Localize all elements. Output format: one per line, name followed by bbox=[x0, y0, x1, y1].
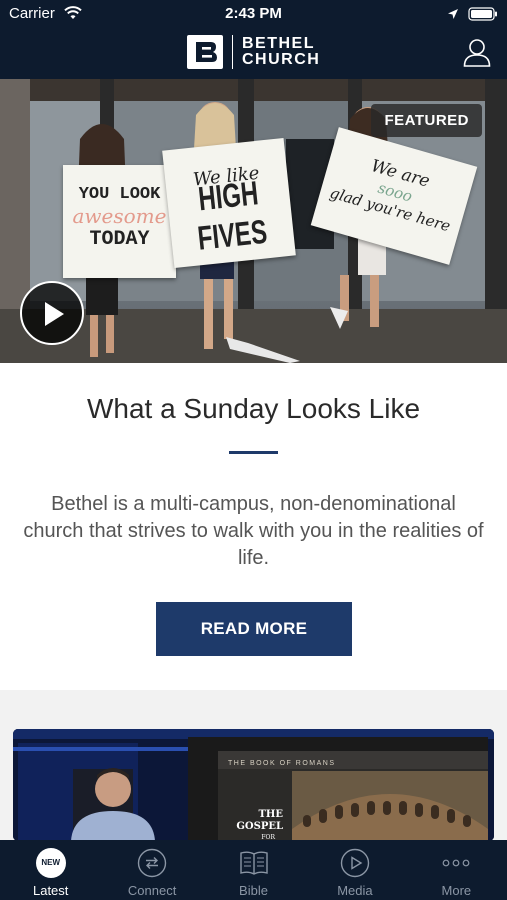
new-badge: NEW bbox=[35, 848, 66, 878]
battery-icon bbox=[468, 7, 498, 26]
title-underline bbox=[229, 451, 278, 454]
tab-bible[interactable]: Bible bbox=[203, 840, 304, 900]
play-icon bbox=[45, 302, 64, 326]
bethel-logo[interactable]: BETHEL CHURCH bbox=[187, 32, 320, 72]
slide-title-2: GOSPEL bbox=[236, 821, 283, 832]
card-description: Bethel is a multi-campus, non-denominati… bbox=[23, 493, 484, 569]
hero-sign-high-fives: We like HIGH FIVES bbox=[162, 137, 296, 269]
logo-wordmark: BETHEL CHURCH bbox=[242, 36, 320, 68]
read-more-button[interactable]: READ MORE bbox=[156, 602, 352, 656]
sign2-line2: HIGH FIVES bbox=[195, 174, 269, 259]
sign1-line2: awesome bbox=[72, 204, 167, 228]
logo-divider bbox=[232, 35, 233, 69]
tab-media[interactable]: Media bbox=[304, 840, 405, 900]
slide-series-text: THE BOOK OF ROMANS bbox=[228, 760, 336, 767]
tab-more[interactable]: More bbox=[406, 840, 507, 900]
tab-more-label: More bbox=[441, 883, 472, 898]
tab-media-label: Media bbox=[337, 883, 373, 898]
sign1-line1: YOU LOOK bbox=[78, 185, 161, 204]
tab-connect[interactable]: Connect bbox=[101, 840, 202, 900]
featured-hero[interactable]: YOU LOOK awesome TODAY We like HIGH FIVE… bbox=[0, 79, 507, 363]
bottom-tab-bar: NEW Latest Connect Bible Media More bbox=[0, 840, 507, 900]
feature-card: What a Sunday Looks Like Bethel is a mul… bbox=[0, 363, 507, 690]
new-badge-icon: NEW bbox=[35, 848, 66, 878]
tab-latest[interactable]: NEW Latest bbox=[0, 840, 101, 900]
logo-line-2: CHURCH bbox=[242, 51, 321, 68]
play-circle-icon bbox=[340, 848, 370, 878]
sermon-thumbnail: THE BOOK OF ROMANS THE GOSPEL FOR bbox=[13, 729, 494, 841]
sign1-line3: TODAY bbox=[89, 228, 150, 251]
slide-title-1: THE bbox=[258, 809, 283, 820]
bethel-b-logo-icon bbox=[187, 35, 223, 69]
tab-latest-label: Latest bbox=[32, 883, 69, 898]
card-title: What a Sunday Looks Like bbox=[86, 393, 421, 424]
tab-connect-label: Connect bbox=[127, 883, 177, 898]
profile-icon[interactable] bbox=[463, 38, 491, 68]
clock-time: 2:43 PM bbox=[225, 5, 282, 22]
sermon-media-card[interactable]: THE BOOK OF ROMANS THE GOSPEL FOR bbox=[13, 729, 494, 841]
more-dots-icon bbox=[442, 859, 470, 867]
bible-book-icon bbox=[239, 851, 268, 875]
hero-sign-you-look-awesome: YOU LOOK awesome TODAY bbox=[63, 165, 176, 278]
status-bar: Carrier 2:43 PM bbox=[0, 0, 507, 28]
logo-line-1: BETHEL bbox=[242, 35, 315, 52]
play-video-button[interactable] bbox=[20, 281, 84, 345]
tab-bible-label: Bible bbox=[239, 883, 268, 898]
connect-arrows-icon bbox=[137, 848, 167, 878]
location-arrow-icon bbox=[447, 7, 459, 25]
app-header: BETHEL CHURCH bbox=[0, 28, 507, 79]
featured-badge: FEATURED bbox=[371, 104, 482, 137]
